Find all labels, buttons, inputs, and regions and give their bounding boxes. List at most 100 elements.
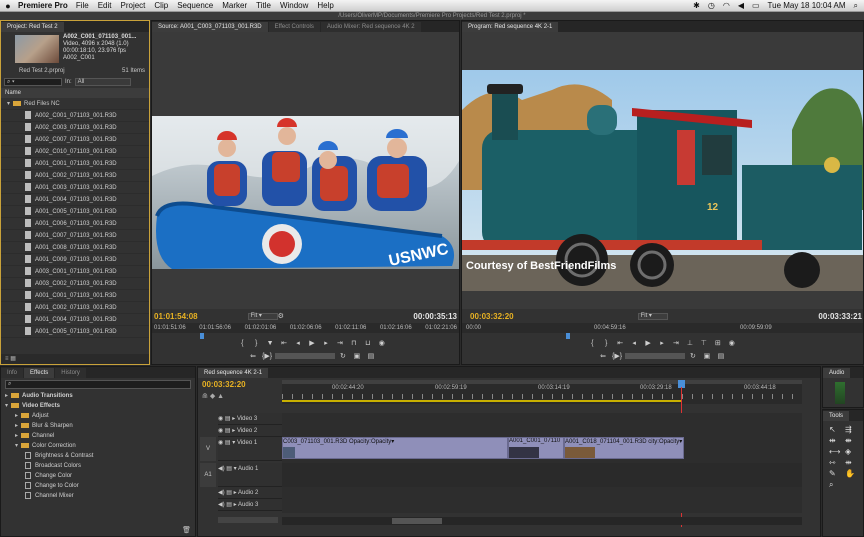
speaker-icon[interactable]: ◀) (218, 502, 225, 508)
project-file-item[interactable]: A001_C007_071103_001.R3D (1, 230, 149, 242)
program-time-ruler[interactable]: 00:00 00:04:59:16 00:09:59:09 (462, 323, 863, 333)
step-back-icon[interactable]: ◂ (292, 339, 304, 349)
track-video-2[interactable]: ◉ ▤ ▸ Video 2 (218, 425, 282, 437)
icon-view-icon[interactable]: ▦ (10, 356, 16, 362)
audio-1-lane[interactable] (282, 463, 802, 487)
timeline-ruler[interactable]: 00:02:44:20 00:02:59:19 00:03:14:19 00:0… (282, 380, 802, 404)
tab-effects[interactable]: Effects (24, 368, 55, 378)
tab-effect-controls[interactable]: Effect Controls (268, 22, 320, 32)
in-filter-select[interactable]: All (74, 78, 131, 86)
effects-folder[interactable]: ▾ Video Effects (3, 401, 195, 411)
program-safe-margins-icon[interactable]: ▣ (701, 352, 713, 362)
project-file-item[interactable]: A001_C001_071103_001.R3D (1, 158, 149, 170)
lock-icon[interactable]: ▤ (226, 490, 232, 496)
track-select-tool-icon[interactable]: ⇶ (845, 425, 859, 434)
razor-tool-icon[interactable]: ◈ (845, 447, 859, 456)
go-to-in-icon[interactable]: ⇤ (278, 339, 290, 349)
menu-edit[interactable]: Edit (98, 1, 112, 10)
eye-icon[interactable]: ◉ (218, 428, 223, 434)
effect-item[interactable]: Channel Mixer (3, 491, 195, 501)
timeline-clip[interactable]: A001_C001_07110 (508, 437, 564, 459)
menu-marker[interactable]: Marker (222, 1, 247, 10)
trim-icon[interactable]: ⊞ (712, 339, 724, 349)
effects-folder[interactable]: ▸ Adjust (3, 411, 195, 421)
selection-tool-icon[interactable]: ↖ (829, 425, 843, 434)
project-file-item[interactable]: A001_C005_071103_001.R3D (1, 206, 149, 218)
hand-tool-icon[interactable]: ✋ (845, 469, 859, 478)
menu-window[interactable]: Window (280, 1, 308, 10)
tab-audio-mixer[interactable]: Audio Mixer: Red sequence 4K 2 (320, 22, 421, 32)
lift-icon[interactable]: ⊥ (684, 339, 696, 349)
volume-icon[interactable]: ◀ (738, 1, 744, 10)
program-zoom-select[interactable]: Fit ▾ (637, 312, 668, 320)
name-column-header[interactable]: Name (1, 88, 149, 98)
track-video-1[interactable]: ◉ ▤ ▾ Video 1 (218, 437, 282, 461)
marker-icon[interactable]: ◆ (210, 393, 215, 400)
timeline-clip[interactable]: A001_C018_071104_001.R3D city:Opacity▾ (564, 437, 684, 459)
source-settings-icon[interactable]: ⚙ (278, 312, 284, 320)
speaker-icon[interactable]: ◀) (218, 490, 225, 496)
play-in-out-icon[interactable]: {▶} (261, 352, 273, 362)
insert-icon[interactable]: ⊓ (348, 339, 360, 349)
video-target-button[interactable]: V (200, 437, 216, 461)
effects-search-input[interactable]: ⌕ (5, 380, 191, 389)
battery-icon[interactable]: ▭ (752, 1, 760, 10)
program-play-in-out-icon[interactable]: {▶} (611, 352, 623, 362)
speaker-icon[interactable]: ◀) (218, 466, 225, 472)
project-file-item[interactable]: A001_C002_071103_001.R3D (1, 170, 149, 182)
menu-project[interactable]: Project (121, 1, 146, 10)
program-playhead[interactable] (566, 333, 570, 339)
project-file-item[interactable]: A002_C003_071103_001.R3D (1, 122, 149, 134)
project-file-item[interactable]: A001_C002_071103_001.R3D (1, 302, 149, 314)
effect-item[interactable]: Broadcast Colors (3, 461, 195, 471)
program-loop-icon[interactable]: ↻ (687, 352, 699, 362)
list-view-icon[interactable]: ≡ (5, 356, 9, 362)
menu-sequence[interactable]: Sequence (177, 1, 213, 10)
rate-stretch-tool-icon[interactable]: ⟷ (829, 447, 843, 456)
link-icon[interactable]: ▲ (217, 393, 224, 400)
pen-tool-icon[interactable]: ✎ (829, 469, 843, 478)
eye-icon[interactable]: ◉ (218, 416, 223, 422)
jog-wheel[interactable] (275, 353, 336, 360)
tab-program[interactable]: Program: Red sequence 4K 2-1 (462, 22, 559, 32)
menubar-clock[interactable]: Tue May 18 10:04 AM (768, 1, 846, 10)
project-file-item[interactable]: A003_C002_071103_001.R3D (1, 278, 149, 290)
tab-tools[interactable]: Tools (823, 411, 850, 421)
snap-icon[interactable]: ⋒ (202, 393, 208, 400)
lock-icon[interactable]: ▤ (225, 428, 231, 434)
program-go-to-in-icon[interactable]: ⇤ (614, 339, 626, 349)
zoom-tool-icon[interactable]: ⌕ (829, 480, 843, 490)
project-file-item[interactable]: A001_C005_071103_001.R3D (1, 326, 149, 338)
tab-audio-meters[interactable]: Audio (823, 368, 851, 378)
go-to-out-icon[interactable]: ⇥ (334, 339, 346, 349)
bluetooth-icon[interactable]: ✱ (693, 1, 700, 10)
project-file-item[interactable]: A003_C001_071103_001.R3D (1, 266, 149, 278)
source-time-ruler[interactable]: 01:01:51:06 01:01:56:06 01:02:01:06 01:02:0… (152, 323, 459, 333)
clock-icon[interactable]: ◷ (708, 1, 715, 10)
effects-folder[interactable]: ▸ Audio Transitions (3, 391, 195, 401)
project-file-item[interactable]: A001_C008_071103_001.R3D (1, 242, 149, 254)
tab-source[interactable]: Source: A001_C003_071103_001.R3D (152, 22, 268, 32)
ripple-edit-tool-icon[interactable]: ⇹ (829, 436, 843, 445)
mark-out-icon[interactable]: } (250, 339, 262, 349)
slide-tool-icon[interactable]: ⇻ (845, 458, 859, 467)
apple-icon[interactable]: ● (0, 1, 16, 11)
menu-file[interactable]: File (76, 1, 89, 10)
wifi-icon[interactable]: ◠ (723, 1, 730, 10)
tab-info[interactable]: Info (1, 368, 24, 378)
effect-item[interactable]: Change to Color (3, 481, 195, 491)
folder-row[interactable]: ▾ Red Files NC (1, 98, 149, 110)
spotlight-icon[interactable]: ⌕ (854, 1, 858, 11)
program-step-forward-icon[interactable]: ▸ (656, 339, 668, 349)
project-file-item[interactable]: A001_C009_071103_001.R3D (1, 254, 149, 266)
lock-icon[interactable]: ▤ (226, 502, 232, 508)
project-file-item[interactable]: A002_C001_071103_001.R3D (1, 110, 149, 122)
effects-folder[interactable]: ▸ Channel (3, 431, 195, 441)
effect-item[interactable]: Brightness & Contrast (3, 451, 195, 461)
mark-in-icon[interactable]: { (236, 339, 248, 349)
program-step-back-icon[interactable]: ◂ (628, 339, 640, 349)
program-mark-in-icon[interactable]: { (586, 339, 598, 349)
effects-delete-icon[interactable]: 🗑 (182, 526, 191, 534)
eye-icon[interactable]: ◉ (218, 440, 223, 446)
project-file-item[interactable]: A001_C004_071103_001.R3D (1, 314, 149, 326)
